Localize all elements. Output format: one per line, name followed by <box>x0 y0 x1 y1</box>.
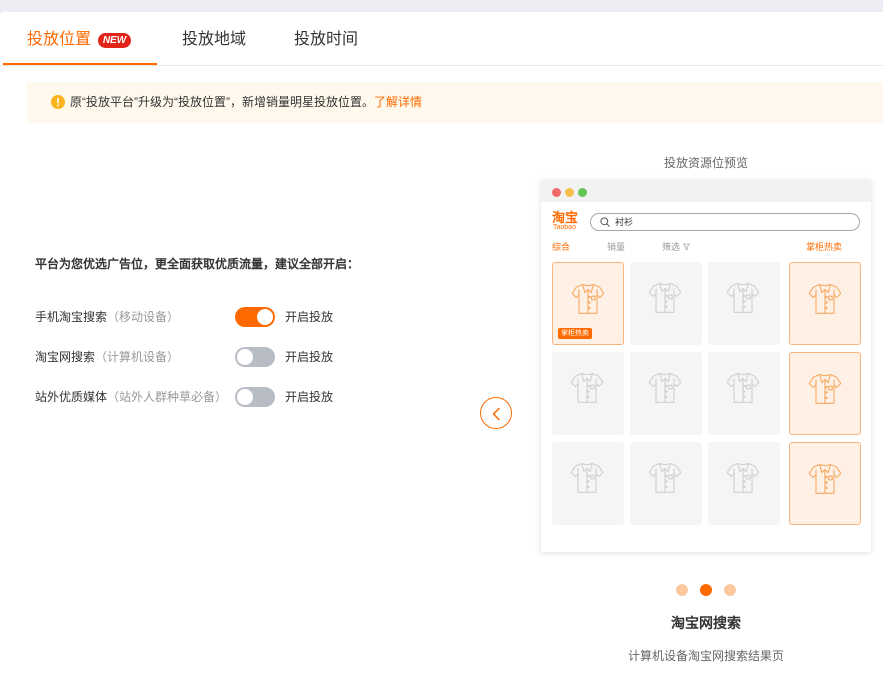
product-card <box>630 352 702 435</box>
toggle-knob <box>237 349 253 365</box>
carousel-dot[interactable] <box>676 584 688 596</box>
shirt-icon <box>571 283 605 314</box>
shirt-icon <box>808 373 842 404</box>
preview-window: 淘宝 Taobao 衬衫 综合 销量 筛选 掌柜热卖 掌柜热卖 <box>541 180 871 552</box>
shirt-icon <box>726 462 760 493</box>
taobao-logo-subtitle: Taobao <box>553 224 576 231</box>
taobao-web-search-toggle[interactable] <box>235 347 275 367</box>
placement-device: （站外人群种草必备） <box>107 390 228 404</box>
preview-caption-description: 计算机设备淘宝网搜索结果页 <box>627 649 784 663</box>
maximize-dot-icon <box>578 188 587 197</box>
toggle-label: 开启投放 <box>285 390 334 404</box>
product-card <box>789 352 861 435</box>
placement-device: （计算机设备） <box>95 350 180 364</box>
toggle-label: 开启投放 <box>285 310 334 324</box>
filter-sales: 销量 <box>607 242 626 252</box>
tab-placement[interactable]: 投放位置 <box>27 31 91 49</box>
tab-divider <box>0 65 883 66</box>
placement-row: 站外优质媒体（站外人群种草必备） 开启投放 <box>0 387 400 407</box>
notice-message: 原“投放平台”升级为“投放位置”，新增销量明星投放位置。了解详情 <box>70 95 422 109</box>
preview-search-value: 衬衫 <box>615 217 634 227</box>
product-card <box>789 442 861 525</box>
shirt-icon <box>648 462 682 493</box>
minimize-dot-icon <box>565 188 574 197</box>
product-grid: 掌柜热卖 <box>552 262 861 525</box>
placement-name: 手机淘宝搜索 <box>35 310 108 324</box>
carousel-indicators <box>541 584 871 596</box>
external-media-toggle[interactable] <box>235 387 275 407</box>
product-card: 掌柜热卖 <box>552 262 624 345</box>
placement-name: 站外优质媒体 <box>35 390 108 404</box>
product-card <box>708 262 780 345</box>
shopkeeper-hot-badge: 掌柜热卖 <box>558 328 592 339</box>
product-card <box>708 442 780 525</box>
placement-label: 手机淘宝搜索（移动设备） <box>35 307 179 327</box>
product-card <box>630 262 702 345</box>
filter-screen: 筛选 <box>662 242 681 252</box>
placement-label: 淘宝网搜索（计算机设备） <box>35 347 179 367</box>
previous-slide-button[interactable] <box>480 397 512 429</box>
shirt-icon <box>570 372 604 403</box>
carousel-dot[interactable] <box>700 584 712 596</box>
filter-icon <box>683 243 690 251</box>
tab-region[interactable]: 投放地域 <box>182 31 246 49</box>
preview-search-box: 衬衫 <box>590 213 860 231</box>
placement-row: 手机淘宝搜索（移动设备） 开启投放 <box>0 307 400 327</box>
product-card <box>789 262 861 345</box>
placement-label: 站外优质媒体（站外人群种草必备） <box>35 387 227 407</box>
shirt-icon <box>808 463 842 494</box>
shirt-icon <box>726 282 760 313</box>
placement-name: 淘宝网搜索 <box>35 350 96 364</box>
product-card <box>630 442 702 525</box>
chevron-left-icon <box>492 407 500 421</box>
product-card <box>552 442 624 525</box>
filter-shopkeeper-hot: 掌柜热卖 <box>806 242 843 252</box>
search-icon <box>600 217 610 227</box>
close-dot-icon <box>552 188 561 197</box>
filter-comprehensive: 综合 <box>552 242 571 252</box>
shirt-icon <box>570 462 604 493</box>
shirt-icon <box>648 282 682 313</box>
toggle-knob <box>237 389 253 405</box>
taobao-logo: 淘宝 <box>552 210 579 225</box>
preview-caption-title: 淘宝网搜索 <box>671 615 741 631</box>
shirt-icon <box>648 372 682 403</box>
learn-more-link[interactable]: 了解详情 <box>374 95 422 109</box>
preview-title: 投放资源位预览 <box>663 156 748 170</box>
exclamation-circle-icon <box>51 95 65 109</box>
placement-row: 淘宝网搜索（计算机设备） 开启投放 <box>0 347 400 367</box>
notice-text: 原“投放平台”升级为“投放位置”，新增销量明星投放位置。 <box>70 95 374 109</box>
window-title-bar <box>541 180 871 202</box>
placement-device: （移动设备） <box>107 310 180 324</box>
toggle-knob <box>257 309 273 325</box>
shirt-icon <box>726 372 760 403</box>
new-badge: NEW <box>98 33 131 48</box>
tab-schedule[interactable]: 投放时间 <box>294 31 358 49</box>
product-card <box>708 352 780 435</box>
placement-intro: 平台为您优选广告位，更全面获取优质流量，建议全部开启： <box>35 257 360 271</box>
product-card <box>552 352 624 435</box>
carousel-dot[interactable] <box>724 584 736 596</box>
shirt-icon <box>808 283 842 314</box>
toggle-label: 开启投放 <box>285 350 334 364</box>
mobile-taobao-search-toggle[interactable] <box>235 307 275 327</box>
